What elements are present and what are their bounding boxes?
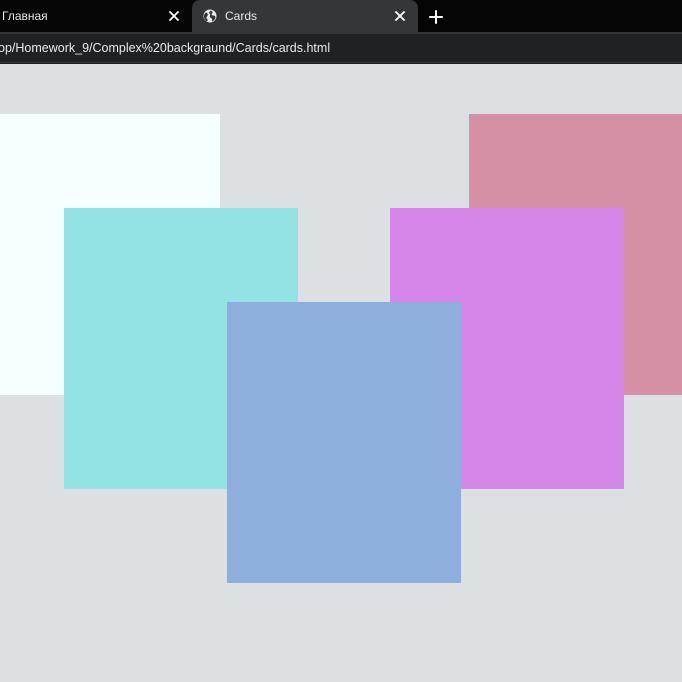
new-tab-button[interactable] xyxy=(427,8,445,26)
tab-cards[interactable]: Cards xyxy=(192,0,418,32)
tab-title: Cards xyxy=(225,9,258,23)
close-icon[interactable] xyxy=(166,8,182,24)
browser-window: Главная Cards op/Homework_9/Complex%20ba… xyxy=(0,0,682,682)
close-icon[interactable] xyxy=(392,8,408,24)
card-blue xyxy=(227,302,461,583)
plus-icon xyxy=(429,10,443,24)
tab-strip: Главная Cards xyxy=(0,0,682,32)
toolbar: op/Homework_9/Complex%20backgraund/Cards… xyxy=(0,32,682,64)
globe-icon xyxy=(203,9,217,23)
tab-home[interactable]: Главная xyxy=(0,0,192,32)
url-text: op/Homework_9/Complex%20backgraund/Cards… xyxy=(0,41,331,55)
page-viewport xyxy=(0,67,682,682)
address-bar[interactable]: op/Homework_9/Complex%20backgraund/Cards… xyxy=(0,34,682,62)
tab-title: Главная xyxy=(2,9,48,23)
